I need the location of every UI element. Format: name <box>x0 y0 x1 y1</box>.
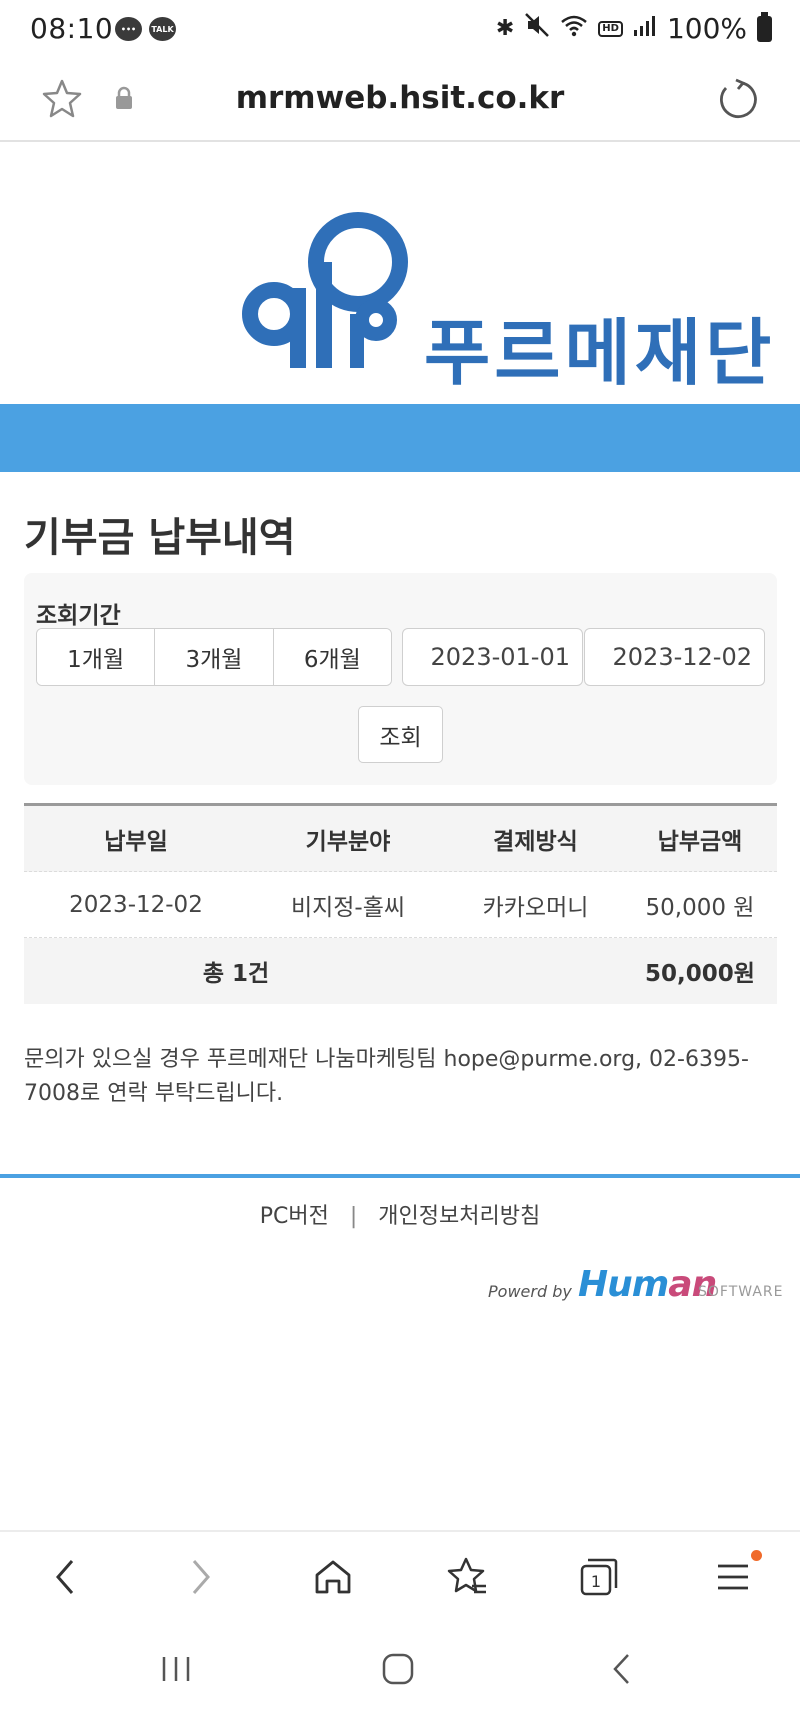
donation-table: 납부일 기부분야 결제방식 납부금액 2023-12-02 비지정-홀씨 카카오… <box>24 803 777 1004</box>
header-payment-amount: 납부금액 <box>657 828 743 855</box>
end-date-input[interactable]: 2023-12-02 <box>584 628 765 686</box>
contact-notice: 문의가 있으실 경우 푸르메재단 나눔마케팅팀 hope@purme.org, … <box>24 1047 749 1106</box>
bluetooth-icon: ✱ <box>495 16 515 41</box>
footer-links: PC버전 | 개인정보처리방침 <box>0 1198 800 1230</box>
battery-percent: 100% <box>666 12 747 45</box>
cell-payment-amount: 50,000 원 <box>645 894 755 921</box>
start-date-input[interactable]: 2023-01-01 <box>402 628 583 686</box>
cell-payment-method: 카카오머니 <box>482 894 589 921</box>
site-header: 푸르메재단 <box>0 142 800 404</box>
search-button[interactable]: 조회 <box>358 706 443 763</box>
hd-voice-icon: HD <box>598 20 623 37</box>
powered-by-label: Powerd by <box>488 1282 572 1301</box>
header-blue-band <box>0 404 800 472</box>
signal-icon <box>633 12 657 45</box>
powered-by-logo: Powerd by Human SOFTWARE <box>488 1262 788 1312</box>
table-row: 2023-12-02 비지정-홀씨 카카오머니 50,000 원 <box>24 872 777 938</box>
url-text[interactable]: mrmweb.hsit.co.kr <box>0 80 800 116</box>
status-bar: 08:10 ••• TALK ✱ HD 100% <box>0 0 800 62</box>
page-title: 기부금 납부내역 <box>24 515 296 561</box>
menu-icon[interactable] <box>708 1550 762 1602</box>
table-header-row: 납부일 기부분야 결제방식 납부금액 <box>24 806 777 872</box>
forward-icon[interactable] <box>176 1552 226 1602</box>
browser-toolbar: 1 <box>0 1530 800 1620</box>
status-icons: ✱ HD 100% <box>495 11 772 45</box>
kakaotalk-notification-icon: TALK <box>149 17 176 41</box>
tabs-icon[interactable]: 1 <box>574 1552 624 1602</box>
header-donation-field: 기부분야 <box>305 828 391 855</box>
svg-text:1: 1 <box>591 1572 601 1591</box>
system-home-icon[interactable] <box>368 1644 428 1694</box>
total-count: 총 1건 <box>202 961 270 987</box>
system-nav-bar <box>0 1620 800 1716</box>
battery-icon <box>757 11 772 42</box>
system-back-icon[interactable] <box>592 1644 652 1694</box>
table-total-row: 총 1건 50,000원 <box>24 938 777 1004</box>
purme-logo-mark[interactable] <box>236 208 416 372</box>
human-software-logo: Human <box>578 1264 717 1305</box>
privacy-policy-link[interactable]: 개인정보처리방침 <box>378 1204 540 1229</box>
pc-version-link[interactable]: PC버전 <box>260 1204 329 1229</box>
footer-separator: | <box>349 1204 358 1229</box>
footer-divider <box>0 1174 800 1178</box>
period-6-month-button[interactable]: 6개월 <box>273 629 391 685</box>
search-panel: 조회기간 1개월 3개월 6개월 2023-01-01 2023-12-02 조… <box>24 573 777 785</box>
mute-icon <box>524 12 550 45</box>
header-payment-method: 결제방식 <box>493 828 578 855</box>
cell-donation-field: 비지정-홀씨 <box>290 894 406 921</box>
back-icon[interactable] <box>40 1552 90 1602</box>
status-time: 08:10 <box>30 12 114 45</box>
logo-org-name[interactable]: 푸르메재단 <box>424 294 775 399</box>
cell-payment-date: 2023-12-02 <box>69 891 203 918</box>
period-3-month-button[interactable]: 3개월 <box>155 629 274 685</box>
recent-apps-icon[interactable] <box>146 1644 206 1694</box>
bookmarks-icon[interactable] <box>442 1552 492 1602</box>
software-label: SOFTWARE <box>698 1284 784 1300</box>
period-button-group: 1개월 3개월 6개월 <box>36 628 392 686</box>
period-1-month-button[interactable]: 1개월 <box>37 629 156 685</box>
reload-icon[interactable] <box>716 78 758 124</box>
period-label: 조회기간 <box>36 603 121 629</box>
chat-notification-icon: ••• <box>115 17 142 41</box>
wifi-icon <box>560 12 588 45</box>
total-amount: 50,000원 <box>645 961 755 987</box>
browser-address-bar: mrmweb.hsit.co.kr <box>0 62 800 142</box>
header-payment-date: 납부일 <box>104 828 168 855</box>
menu-notification-dot <box>751 1550 762 1561</box>
home-icon[interactable] <box>308 1552 358 1602</box>
